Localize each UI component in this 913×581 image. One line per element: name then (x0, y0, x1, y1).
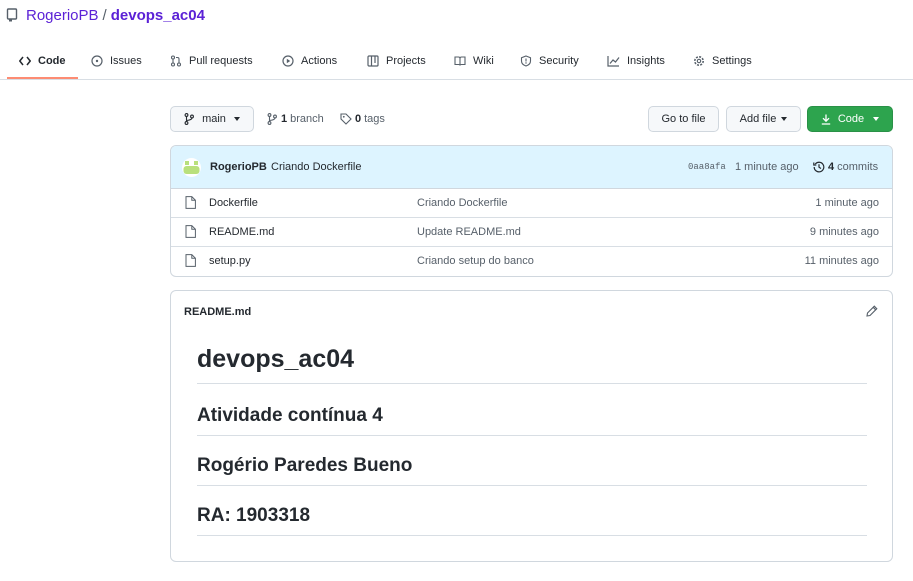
commit-count: 4 (828, 161, 835, 173)
tab-label: Actions (301, 55, 338, 67)
go-to-file-button[interactable]: Go to file (648, 106, 719, 132)
tab-label: Security (539, 55, 579, 67)
code-icon (19, 56, 31, 66)
tab-code[interactable]: Code (19, 42, 66, 80)
tag-icon (340, 113, 352, 125)
tab-label: Insights (627, 55, 665, 67)
branch-count-label: branch (290, 113, 324, 125)
graph-icon (607, 56, 620, 67)
tab-wiki[interactable]: Wiki (454, 42, 494, 80)
branch-count: 1 (281, 113, 288, 125)
pencil-icon[interactable] (866, 305, 878, 317)
tab-actions[interactable]: Actions (282, 42, 337, 80)
commit-author-link[interactable]: RogerioPB (210, 161, 267, 173)
file-row: setup.py Criando setup do banco 11 minut… (171, 247, 892, 276)
readme-title: README.md (184, 306, 252, 318)
file-commit-message-link[interactable]: Criando setup do banco (417, 255, 534, 267)
tab-issues[interactable]: Issues (91, 42, 142, 80)
file-icon (185, 254, 196, 267)
tab-label: Wiki (473, 55, 494, 67)
file-commit-age: 9 minutes ago (809, 226, 879, 238)
tag-count-label: tags (364, 113, 385, 125)
readme-heading-2: Atividade contínua 4 (197, 405, 867, 436)
issue-icon (91, 55, 103, 67)
file-browser: RogerioPB Criando Dockerfile 0aa8afa 1 m… (170, 145, 893, 277)
readme-panel: README.md devops_ac04 Atividade contínua… (170, 290, 893, 562)
book-icon (454, 56, 466, 66)
tab-label: Projects (386, 55, 426, 67)
file-name-link[interactable]: Dockerfile (209, 197, 258, 209)
repo-nav-tabs: Code Issues Pull requests Actions Projec… (0, 42, 913, 80)
file-commit-message-link[interactable]: Criando Dockerfile (417, 197, 507, 209)
chevron-down-icon (873, 117, 880, 121)
gear-icon (694, 56, 704, 66)
tag-count: 0 (355, 113, 362, 125)
readme-heading-2: Rogério Paredes Bueno (197, 455, 867, 486)
tab-label: Settings (712, 55, 752, 67)
code-button[interactable]: Code (807, 106, 893, 132)
file-commit-age: 1 minute ago (815, 197, 879, 209)
tab-projects[interactable]: Projects (367, 42, 426, 80)
latest-commit-bar: RogerioPB Criando Dockerfile 0aa8afa 1 m… (171, 146, 892, 189)
repo-name-link[interactable]: devops_ac04 (111, 7, 205, 24)
download-icon (821, 114, 831, 125)
commit-time: 1 minute ago (735, 161, 799, 173)
chevron-down-icon (233, 117, 240, 121)
file-row: Dockerfile Criando Dockerfile 1 minute a… (171, 189, 892, 218)
branch-icon (267, 113, 277, 125)
commit-message-link[interactable]: Criando Dockerfile (271, 161, 361, 173)
tab-label: Issues (110, 55, 142, 67)
readme-heading-1: devops_ac04 (197, 345, 867, 384)
repo-icon (6, 8, 20, 22)
repo-separator: / (102, 6, 107, 24)
history-icon (813, 161, 825, 173)
tab-settings[interactable]: Settings (693, 42, 752, 80)
readme-heading-2: RA: 1903318 (197, 505, 867, 536)
add-file-label: Add file (739, 113, 777, 125)
shield-icon (520, 55, 532, 67)
pull-request-icon (170, 55, 182, 67)
file-icon (185, 196, 196, 209)
avatar[interactable] (182, 158, 201, 177)
repo-owner-link[interactable]: RogerioPB (26, 7, 99, 24)
file-row: README.md Update README.md 9 minutes ago (171, 218, 892, 247)
commit-history-link[interactable]: 4 commits (813, 161, 878, 173)
table-icon (367, 55, 379, 67)
commit-sha-link[interactable]: 0aa8afa (688, 162, 726, 172)
branch-select-button[interactable]: main (170, 106, 254, 132)
repo-header: RogerioPB / devops_ac04 (6, 6, 205, 24)
branch-name: main (202, 113, 226, 125)
tab-security[interactable]: Security (520, 42, 579, 80)
code-button-label: Code (837, 113, 865, 125)
tab-label: Code (38, 55, 66, 67)
selected-tab-underline (7, 77, 78, 79)
branches-link[interactable]: 1 branch (267, 110, 324, 128)
file-commit-age: 11 minutes ago (804, 255, 879, 267)
file-icon (185, 225, 196, 238)
file-name-link[interactable]: setup.py (209, 255, 251, 267)
play-icon (282, 55, 294, 67)
chevron-down-icon (781, 117, 788, 121)
tab-label: Pull requests (189, 55, 253, 67)
file-name-link[interactable]: README.md (209, 226, 274, 238)
branch-icon (184, 113, 195, 125)
tags-link[interactable]: 0 tags (340, 110, 385, 128)
tab-insights[interactable]: Insights (607, 42, 665, 80)
file-commit-message-link[interactable]: Update README.md (417, 226, 521, 238)
tab-pull-requests[interactable]: Pull requests (170, 42, 253, 80)
commit-count-label: commits (837, 161, 879, 173)
add-file-button[interactable]: Add file (726, 106, 801, 132)
